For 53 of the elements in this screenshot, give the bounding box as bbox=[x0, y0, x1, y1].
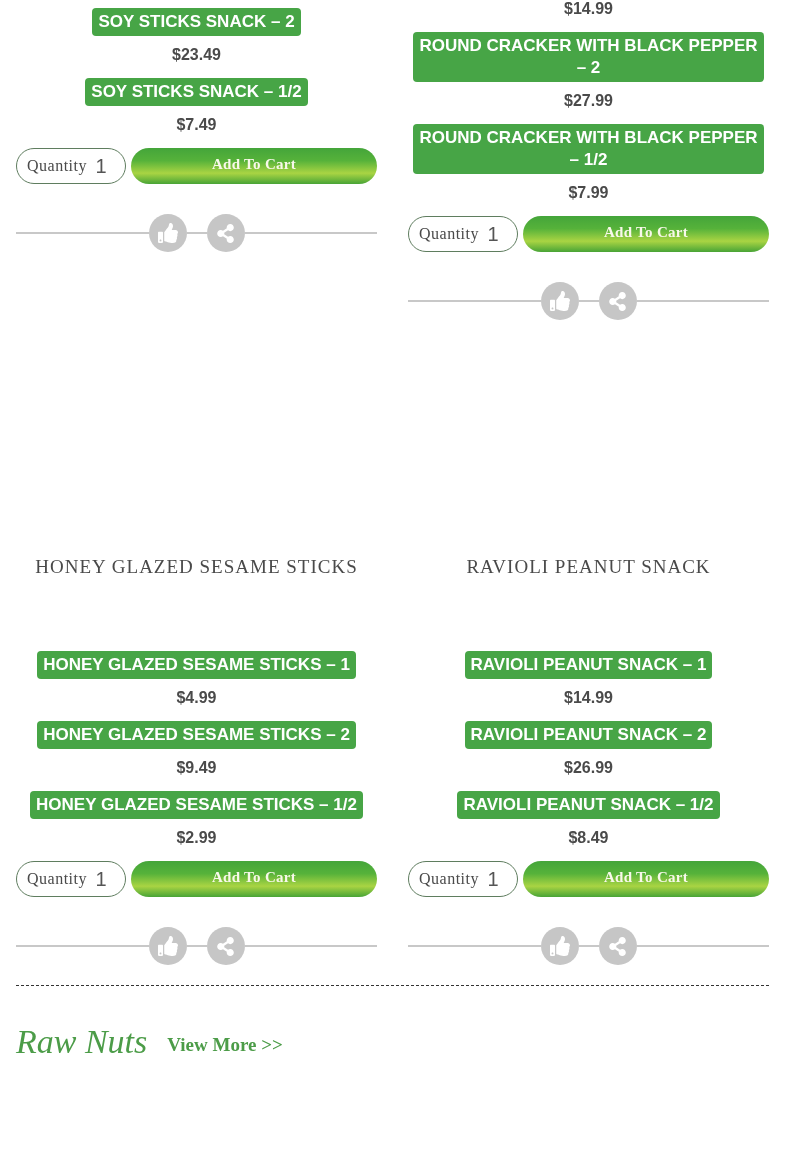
price-text: $7.99 bbox=[568, 183, 609, 203]
variant-label: RAVIOLI PEANUT SNACK – 2 bbox=[464, 721, 713, 749]
quantity-input[interactable]: 1 bbox=[90, 151, 112, 181]
price-text: $27.99 bbox=[564, 91, 613, 111]
add-to-cart-button[interactable]: Add To Cart bbox=[523, 216, 769, 252]
share-icon bbox=[608, 291, 627, 311]
add-to-cart-button[interactable]: Add To Cart bbox=[131, 861, 377, 897]
price-text: $4.99 bbox=[176, 688, 217, 708]
thumbs-up-icon bbox=[157, 223, 178, 243]
section-title: Raw Nuts bbox=[16, 1022, 148, 1062]
price-text: $2.99 bbox=[176, 828, 217, 848]
price-text: $7.49 bbox=[176, 115, 217, 135]
price-text: $8.49 bbox=[568, 828, 609, 848]
thumbs-up-icon bbox=[549, 936, 570, 956]
add-to-cart-button[interactable]: Add To Cart bbox=[131, 148, 377, 184]
like-button[interactable] bbox=[148, 214, 187, 252]
variant-label: SOY STICKS SNACK – 1/2 bbox=[85, 78, 308, 106]
share-button[interactable] bbox=[598, 282, 637, 320]
variant-label: HONEY GLAZED SESAME STICKS – 2 bbox=[37, 721, 356, 749]
variant-label: RAVIOLI PEANUT SNACK – 1/2 bbox=[457, 791, 720, 819]
price-text: $9.49 bbox=[176, 758, 217, 778]
quantity-input[interactable]: 1 bbox=[482, 219, 504, 249]
thumbs-up-icon bbox=[549, 291, 570, 311]
price-text: $26.99 bbox=[564, 758, 613, 778]
share-icon bbox=[216, 223, 235, 243]
share-icon bbox=[216, 936, 235, 956]
variant-label: RAVIOLI PEANUT SNACK – 1 bbox=[464, 651, 713, 679]
variant-label: HONEY GLAZED SESAME STICKS – 1/2 bbox=[30, 791, 363, 819]
variant-label: SOY STICKS SNACK – 2 bbox=[92, 8, 301, 36]
view-more-link[interactable]: View More >> bbox=[167, 1030, 283, 1060]
variant-label: HONEY GLAZED SESAME STICKS – 1 bbox=[37, 651, 356, 679]
product-title: RAVIOLI PEANUT SNACK bbox=[466, 555, 711, 579]
like-button[interactable] bbox=[148, 927, 187, 965]
quantity-label: Quantity bbox=[27, 156, 87, 177]
variant-label: ROUND CRACKER WITH BLACK PEPPER – 1/2 bbox=[413, 124, 764, 174]
share-icon bbox=[608, 936, 627, 956]
thumbs-up-icon bbox=[157, 936, 178, 956]
price-text: $14.99 bbox=[564, 0, 613, 19]
quantity-label: Quantity bbox=[27, 869, 87, 890]
share-button[interactable] bbox=[598, 927, 637, 965]
price-text: $14.99 bbox=[564, 688, 613, 708]
quantity-label: Quantity bbox=[419, 869, 479, 890]
like-button[interactable] bbox=[540, 282, 579, 320]
share-button[interactable] bbox=[206, 214, 245, 252]
product-title: HONEY GLAZED SESAME STICKS bbox=[35, 555, 358, 579]
like-button[interactable] bbox=[540, 927, 579, 965]
quantity-input[interactable]: 1 bbox=[90, 864, 112, 894]
quantity-label: Quantity bbox=[419, 224, 479, 245]
price-text: $23.49 bbox=[172, 45, 221, 65]
variant-label: ROUND CRACKER WITH BLACK PEPPER – 2 bbox=[413, 32, 764, 82]
share-button[interactable] bbox=[206, 927, 245, 965]
quantity-input[interactable]: 1 bbox=[482, 864, 504, 894]
add-to-cart-button[interactable]: Add To Cart bbox=[523, 861, 769, 897]
